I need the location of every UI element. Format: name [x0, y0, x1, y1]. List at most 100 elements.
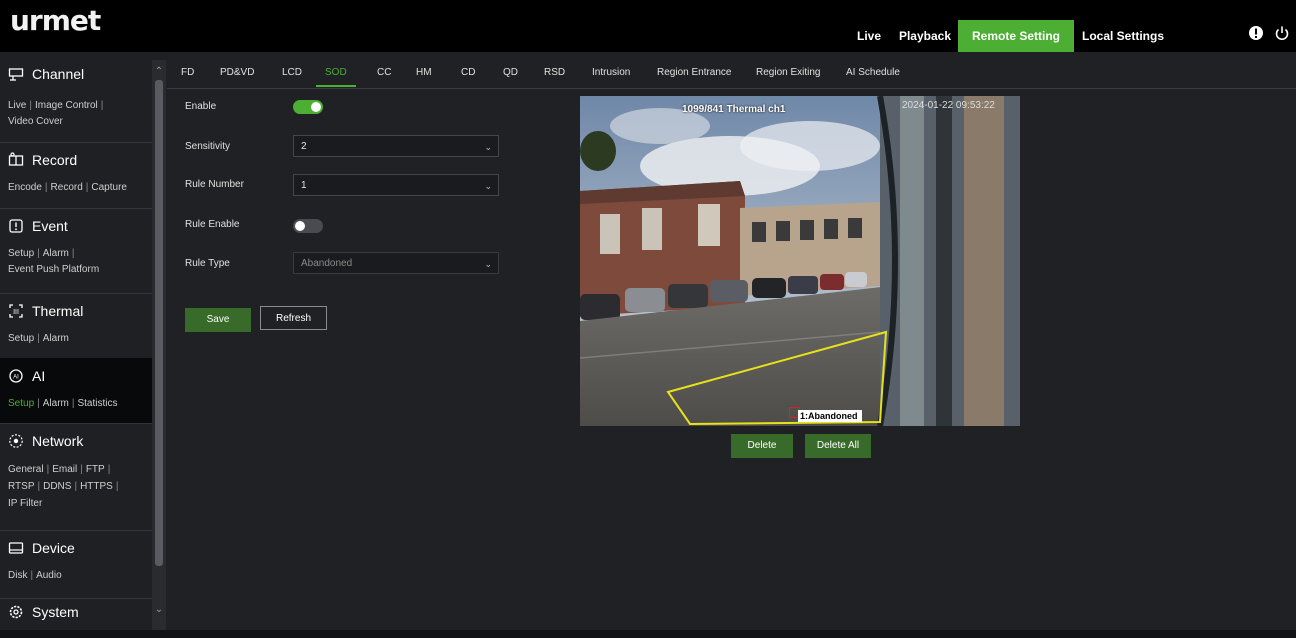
link-event-push-platform[interactable]: Event Push Platform: [8, 264, 99, 275]
sidebar-item-network[interactable]: Network: [8, 433, 83, 449]
chevron-down-icon: ⌄: [484, 259, 492, 269]
ai-icon: AI: [9, 369, 23, 383]
link-alarm[interactable]: Alarm: [43, 248, 69, 259]
sidebar-item-system[interactable]: System: [8, 604, 79, 620]
scroll-up-icon[interactable]: ⌃: [153, 66, 165, 78]
refresh-button[interactable]: Refresh: [260, 306, 327, 330]
tab-cd[interactable]: CD: [461, 67, 475, 78]
link-image-control[interactable]: Image Control: [35, 100, 98, 111]
rule-label: 1:Abandoned: [798, 410, 862, 422]
sidebar-item-label: Channel: [32, 66, 85, 82]
sidebar-item-label: Thermal: [32, 303, 84, 319]
tab-qd[interactable]: QD: [503, 67, 518, 78]
nav-live[interactable]: Live: [846, 20, 892, 52]
link-record[interactable]: Record: [51, 182, 83, 193]
tab-ai-schedule[interactable]: AI Schedule: [846, 67, 900, 78]
link-disk[interactable]: Disk: [8, 570, 27, 581]
delete-all-button[interactable]: Delete All: [805, 434, 871, 458]
sidebar-item-device[interactable]: Device: [8, 540, 75, 556]
link-ip-filter[interactable]: IP Filter: [8, 498, 42, 509]
sidebar-item-label: Record: [32, 152, 78, 168]
tab-sod[interactable]: SOD: [325, 67, 347, 78]
top-bar: urmet Live Playback Remote Setting Local…: [0, 0, 1296, 52]
link-statistics[interactable]: Statistics: [77, 398, 117, 409]
link-ftp[interactable]: FTP: [86, 464, 105, 475]
osd-timestamp: 2024-01-22 09:53:22: [902, 100, 995, 111]
tab-pd-vd[interactable]: PD&VD: [220, 67, 254, 78]
sidebar-item-label: Event: [32, 218, 68, 234]
sidebar-item-record[interactable]: Record: [8, 152, 77, 168]
rule-number-value: 1: [301, 180, 307, 191]
link-setup[interactable]: Setup: [8, 248, 34, 259]
scroll-down-icon[interactable]: ⌄: [153, 604, 165, 616]
link-rtsp[interactable]: RTSP: [8, 481, 35, 492]
rule-enable-toggle[interactable]: [293, 219, 323, 233]
sidebar-item-channel[interactable]: Channel: [8, 66, 84, 82]
tab-intrusion[interactable]: Intrusion: [592, 67, 630, 78]
sidebar-scroll-thumb[interactable]: [155, 80, 163, 566]
enable-toggle[interactable]: [293, 100, 323, 114]
link-audio[interactable]: Audio: [36, 570, 62, 581]
sidebar-item-label: Device: [32, 540, 75, 556]
top-nav: Live Playback Remote Setting Local Setti…: [846, 20, 1172, 52]
link-setup[interactable]: Setup: [8, 398, 34, 409]
link-ddns[interactable]: DDNS: [43, 481, 71, 492]
sidebar-section-record: Record Encode | Record | Capture: [0, 142, 152, 209]
tab-rsd[interactable]: RSD: [544, 67, 565, 78]
tab-fd[interactable]: FD: [181, 67, 194, 78]
record-icon: [8, 152, 24, 166]
channel-icon: [8, 68, 24, 81]
delete-button[interactable]: Delete: [731, 434, 793, 458]
nav-local-settings[interactable]: Local Settings: [1074, 20, 1172, 52]
tab-hm[interactable]: HM: [416, 67, 432, 78]
sidebar-item-thermal[interactable]: III Thermal: [8, 303, 83, 319]
sidebar-item-label: AI: [32, 368, 46, 384]
sidebar-section-network: Network General | Email | FTP | RTSP | DDNS | HTT…: [0, 423, 152, 531]
link-setup[interactable]: Setup: [8, 333, 34, 344]
sensitivity-select[interactable]: 2 ⌄: [293, 135, 499, 157]
active-tab-indicator: [316, 85, 356, 87]
save-button[interactable]: Save: [185, 308, 251, 332]
enable-label: Enable: [185, 101, 217, 112]
sidebar-section-ai: AI AI Setup | Alarm | Statistics: [0, 358, 152, 424]
link-encode[interactable]: Encode: [8, 182, 42, 193]
link-alarm[interactable]: Alarm: [43, 333, 69, 344]
link-general[interactable]: General: [8, 464, 44, 475]
link-https[interactable]: HTTPS: [80, 481, 113, 492]
svg-text:III: III: [13, 309, 19, 316]
thermal-icon: III: [9, 304, 23, 318]
link-alarm[interactable]: Alarm: [43, 398, 69, 409]
sensitivity-value: 2: [301, 141, 307, 152]
power-icon[interactable]: [1274, 25, 1290, 41]
chevron-down-icon: ⌄: [484, 142, 492, 152]
sidebar-item-label: Network: [32, 433, 84, 449]
tab-region-entrance[interactable]: Region Entrance: [657, 67, 732, 78]
sidebar-section-system: System: [0, 598, 152, 630]
ai-tabs: FD PD&VD LCD SOD CC HM CD QD RSD Intrusi…: [167, 52, 1296, 89]
brand-logo: urmet: [10, 4, 101, 37]
sidebar-item-ai[interactable]: AI AI: [8, 368, 45, 384]
sidebar-item-event[interactable]: Event: [8, 218, 68, 234]
link-email[interactable]: Email: [52, 464, 77, 475]
sidebar-section-event: Event Setup | Alarm | Event Push Platform: [0, 208, 152, 294]
rule-number-select[interactable]: 1 ⌄: [293, 174, 499, 196]
network-icon: [9, 434, 23, 448]
nav-playback[interactable]: Playback: [892, 20, 958, 52]
link-video-cover[interactable]: Video Cover: [8, 116, 63, 127]
rule-type-select[interactable]: Abandoned ⌄: [293, 252, 499, 274]
rule-number-label: Rule Number: [185, 179, 244, 190]
chevron-down-icon: ⌄: [484, 181, 492, 191]
tab-lcd[interactable]: LCD: [282, 67, 302, 78]
rule-type-label: Rule Type: [185, 258, 230, 269]
sidebar: Channel Live | Image Control | Video Cover R…: [0, 52, 168, 630]
tab-region-exiting[interactable]: Region Exiting: [756, 67, 820, 78]
video-preview[interactable]: 1099/841 Thermal ch1 2024-01-22 09:53:22…: [580, 96, 1020, 426]
tab-cc[interactable]: CC: [377, 67, 391, 78]
camera-scene-image: [580, 96, 1020, 426]
svg-text:AI: AI: [13, 375, 19, 381]
link-live[interactable]: Live: [8, 100, 26, 111]
link-capture[interactable]: Capture: [91, 182, 127, 193]
nav-remote-setting[interactable]: Remote Setting: [958, 20, 1074, 52]
info-icon[interactable]: [1248, 25, 1264, 41]
system-icon: [9, 605, 23, 619]
